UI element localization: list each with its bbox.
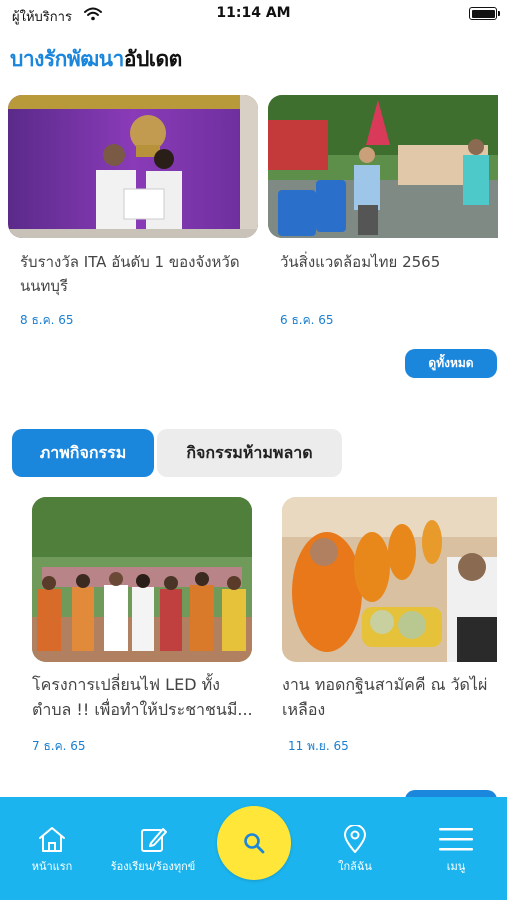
title-update: อัปเดต xyxy=(123,47,182,71)
see-all-button[interactable]: ดูทั้งหมด xyxy=(405,349,497,378)
nav-nearby-label: ใกล้ฉัน xyxy=(338,860,372,873)
title-brand: บางรักพัฒนา xyxy=(10,47,124,71)
activity-title-line: ตำบล !! เพื่อทำให้ประชาชนมี... xyxy=(32,700,253,719)
activity-title-line: โครงการเปลี่ยนไฟ LED ทั้ง xyxy=(32,675,220,694)
page-title: บางรักพัฒนาอัปเดต xyxy=(10,43,182,76)
news-card[interactable]: วันสิ่งแวดล้อมไทย 2565 6 ธ.ค. 65 xyxy=(268,95,507,327)
home-icon xyxy=(39,827,65,852)
nav-home-label: หน้าแรก xyxy=(31,860,73,873)
activity-date: 7 ธ.ค. 65 xyxy=(32,739,86,753)
search-button[interactable] xyxy=(217,806,291,880)
activity-title[interactable]: งาน ทอดกฐินสามัคคี ณ วัดไผ่ เหลือง xyxy=(282,672,497,722)
news-title[interactable]: รับรางวัล ITA อันดับ 1 ของจังหวัดนนทบุรี xyxy=(8,250,258,298)
nav-menu[interactable]: เมนู xyxy=(426,825,486,875)
battery-icon xyxy=(469,7,500,20)
tab-activity-photos[interactable]: ภาพกิจกรรม xyxy=(12,429,154,477)
nav-nearby[interactable]: ใกล้ฉัน xyxy=(325,825,385,875)
nav-complaint[interactable]: ร้องเรียน/ร้องทุกข์ xyxy=(103,825,203,875)
hamburger-menu-icon xyxy=(439,828,473,851)
activity-card[interactable]: โครงการเปลี่ยนไฟ LED ทั้ง ตำบล !! เพื่อท… xyxy=(32,497,272,753)
nav-complaint-label: ร้องเรียน/ร้องทุกข์ xyxy=(110,860,196,873)
status-bar: ผู้ให้บริการ 11:14 AM xyxy=(0,0,507,30)
activity-date: 11 พ.ย. 65 xyxy=(288,739,349,753)
news-date: 6 ธ.ค. 65 xyxy=(280,313,334,327)
tab-must-see-events[interactable]: กิจกรรมห้ามพลาด xyxy=(157,429,342,477)
news-photo[interactable] xyxy=(8,95,258,238)
news-title[interactable]: วันสิ่งแวดล้อมไทย 2565 xyxy=(268,250,507,274)
search-icon xyxy=(244,833,265,854)
activity-photo[interactable] xyxy=(32,497,252,662)
location-pin-icon xyxy=(344,825,366,853)
news-date: 8 ธ.ค. 65 xyxy=(20,313,74,327)
clock: 11:14 AM xyxy=(216,5,291,21)
activity-card[interactable]: งาน ทอดกฐินสามัคคี ณ วัดไผ่ เหลือง 11 พ.… xyxy=(282,497,507,753)
activity-title[interactable]: โครงการเปลี่ยนไฟ LED ทั้ง ตำบล !! เพื่อท… xyxy=(32,672,262,722)
news-card[interactable]: รับรางวัล ITA อันดับ 1 ของจังหวัดนนทบุรี… xyxy=(8,95,258,327)
nav-home[interactable]: หน้าแรก xyxy=(22,825,82,875)
activity-title-line: เหลือง xyxy=(282,700,326,719)
news-photo[interactable] xyxy=(268,95,498,238)
edit-icon xyxy=(141,828,167,852)
activity-photo[interactable] xyxy=(282,497,497,662)
nav-menu-label: เมนู xyxy=(446,860,466,873)
activity-title-line: งาน ทอดกฐินสามัคคี ณ วัดไผ่ xyxy=(282,675,488,694)
